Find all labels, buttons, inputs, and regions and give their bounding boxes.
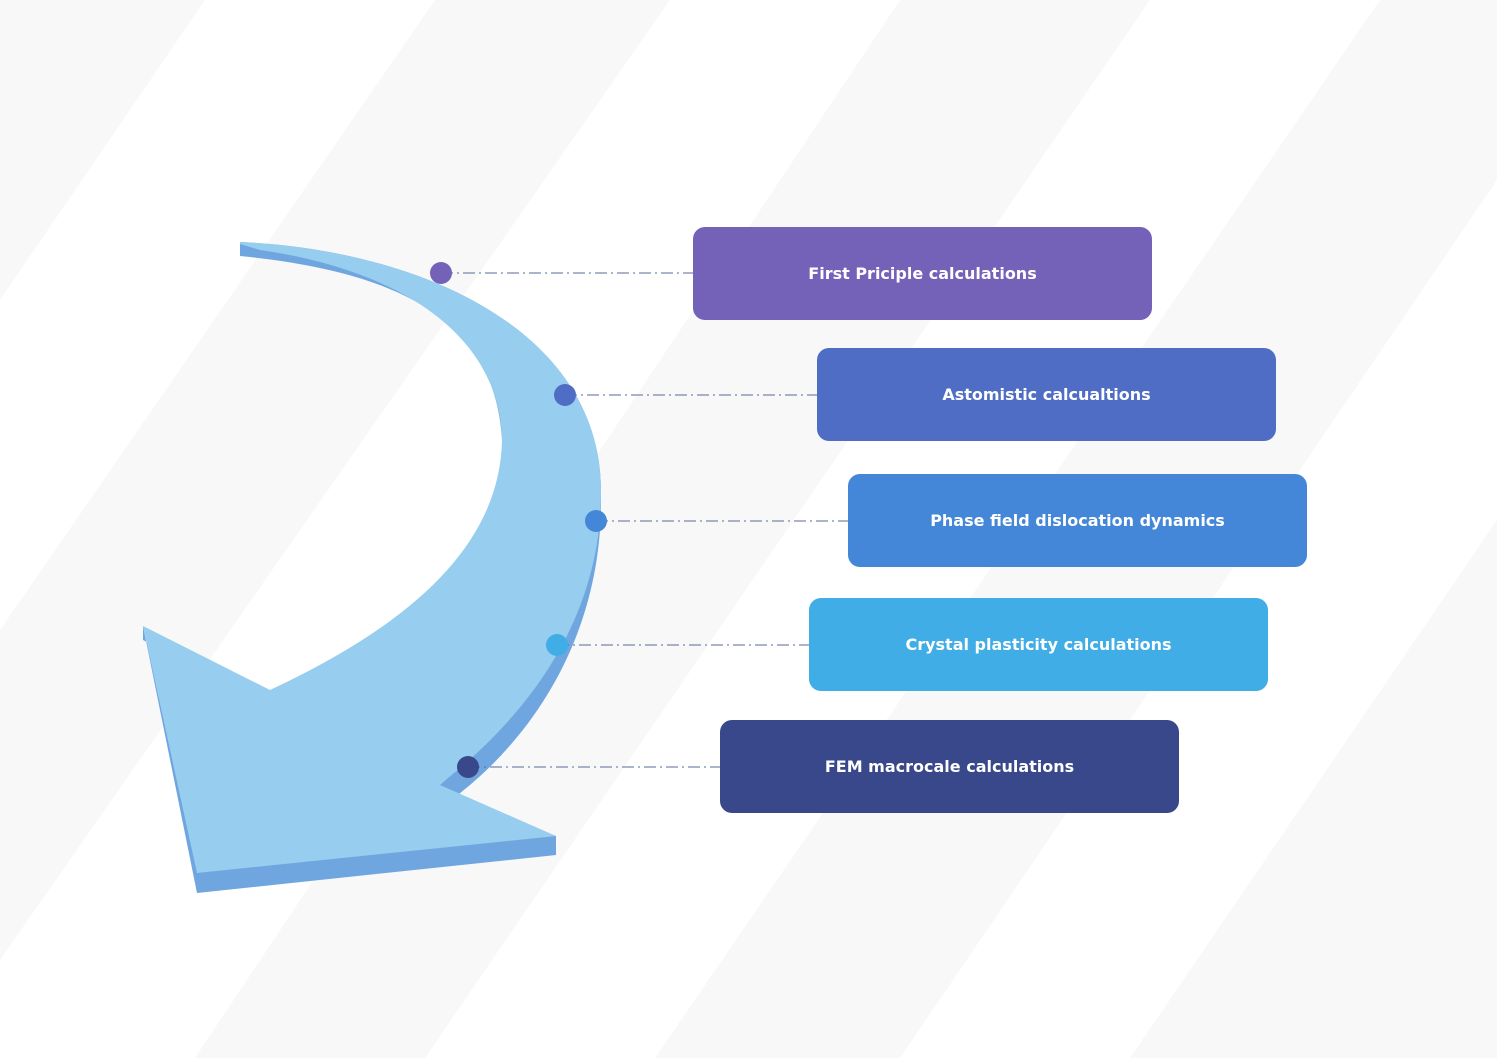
step-box-first-principle: First Priciple calculations: [693, 227, 1152, 320]
step-dot: [457, 756, 479, 778]
step-label: Astomistic calcualtions: [942, 385, 1151, 404]
step-dot: [430, 262, 452, 284]
step-label: First Priciple calculations: [808, 264, 1037, 283]
step-label: FEM macrocale calculations: [824, 757, 1075, 776]
step-box-fem: FEM macrocale calculations: [720, 720, 1179, 813]
step-dot: [554, 384, 576, 406]
step-box-crystal-plasticity: Crystal plasticity calculations: [809, 598, 1268, 691]
step-dot: [546, 634, 568, 656]
step-label: Crystal plasticity calculations: [905, 635, 1172, 654]
step-label: Phase field dislocation dynamics: [930, 511, 1225, 530]
step-box-atomistic: Astomistic calcualtions: [817, 348, 1276, 441]
arrow-top-face: [143, 242, 602, 873]
step-box-phase-field: Phase field dislocation dynamics: [848, 474, 1307, 567]
step-dot: [585, 510, 607, 532]
